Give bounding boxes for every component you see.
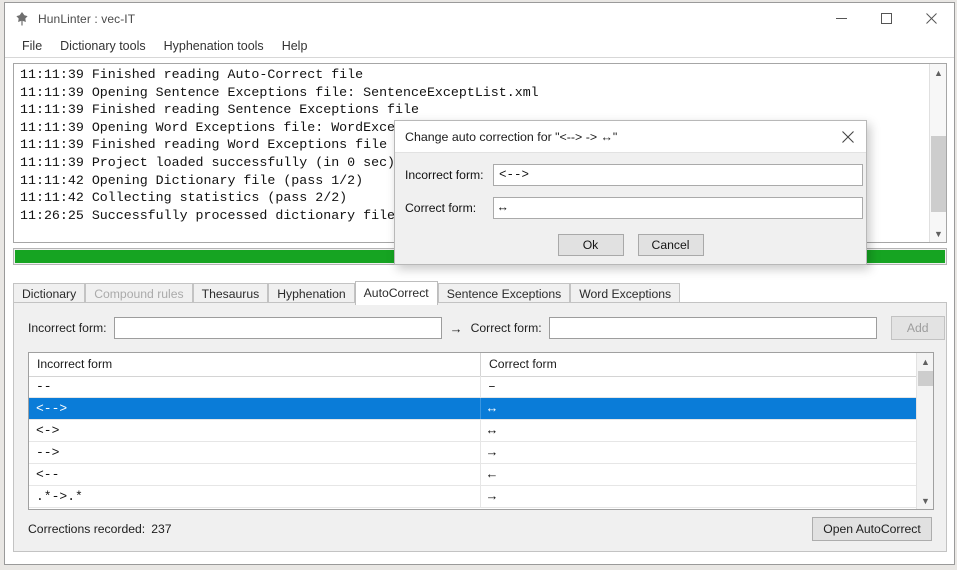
cell-incorrect-form: <-->: [29, 398, 481, 419]
table-scrollbar[interactable]: ▲ ▼: [916, 353, 933, 509]
scroll-down-icon[interactable]: ▼: [930, 225, 946, 242]
table-body: -- – <--> ↔ <-> ↔ --> → <-- ← .*->.* →: [29, 376, 916, 509]
table-row[interactable]: --> →: [29, 442, 916, 464]
corrections-recorded-label: Corrections recorded:: [28, 522, 146, 536]
dialog-correct-row: Correct form:: [395, 197, 866, 219]
corrections-recorded-count: 237: [151, 522, 172, 536]
app-icon: [14, 11, 30, 27]
table-row[interactable]: .*->.* →: [29, 486, 916, 508]
corrections-table[interactable]: Incorrect form Correct form -- – <--> ↔ …: [28, 352, 934, 510]
dialog-cancel-button[interactable]: Cancel: [637, 234, 704, 256]
maximize-button[interactable]: [864, 3, 909, 34]
scroll-down-icon[interactable]: ▼: [917, 492, 933, 509]
tab-thesaurus[interactable]: Thesaurus: [192, 283, 269, 303]
cell-correct-form: ←: [488, 467, 496, 482]
add-button: Add: [890, 316, 945, 340]
autocorrect-panel: Incorrect form: → Correct form: Add Inco…: [13, 302, 947, 552]
dialog-button-row: Ok Cancel: [395, 234, 866, 256]
dialog-ok-button[interactable]: Ok: [557, 234, 624, 256]
arrow-icon: →: [449, 320, 463, 336]
cell-correct-form: →: [488, 445, 496, 460]
tab-hyphenation[interactable]: Hyphenation: [268, 283, 355, 303]
correct-form-input[interactable]: [548, 317, 877, 339]
menu-item-dictionary-tools[interactable]: Dictionary tools: [52, 37, 153, 55]
table-scroll-thumb[interactable]: [918, 371, 933, 386]
dialog-incorrect-label: Incorrect form:: [405, 168, 484, 182]
menu-item-hyphenation-tools[interactable]: Hyphenation tools: [156, 37, 272, 55]
dialog-close-icon[interactable]: [830, 121, 866, 152]
window-controls: [819, 3, 954, 34]
cell-incorrect-form: .*->.*: [29, 486, 481, 507]
dialog-incorrect-row: Incorrect form:: [395, 164, 866, 186]
tab-dictionary[interactable]: Dictionary: [13, 283, 86, 303]
cell-incorrect-form: -->: [29, 442, 481, 463]
close-button[interactable]: [909, 3, 954, 34]
main-window: HunLinter : vec-IT File Dictionary tools…: [4, 2, 955, 565]
table-row[interactable]: <-- ←: [29, 464, 916, 486]
change-auto-correction-dialog: Change auto correction for "<--> -> ↔" I…: [394, 120, 867, 265]
tab-sentence-exceptions[interactable]: Sentence Exceptions: [437, 283, 571, 303]
dialog-title-bar: Change auto correction for "<--> -> ↔": [395, 121, 866, 153]
column-header-incorrect-form[interactable]: Incorrect form: [29, 353, 481, 376]
scroll-up-icon[interactable]: ▲: [917, 353, 933, 370]
screen: HunLinter : vec-IT File Dictionary tools…: [0, 0, 957, 570]
cell-incorrect-form: <->: [29, 420, 481, 441]
correct-form-label: Correct form:: [470, 321, 542, 335]
status-row: Corrections recorded: 237 Open AutoCorre…: [14, 517, 946, 541]
menu-item-help[interactable]: Help: [274, 37, 316, 55]
window-title: HunLinter : vec-IT: [38, 11, 136, 26]
cell-correct-form: ↔: [488, 423, 496, 438]
log-scrollbar[interactable]: ▲ ▼: [929, 64, 946, 242]
autocorrect-form-row: Incorrect form: → Correct form: Add: [14, 315, 946, 341]
scroll-up-icon[interactable]: ▲: [930, 64, 946, 81]
cell-correct-form: →: [488, 489, 496, 504]
incorrect-form-label: Incorrect form:: [28, 321, 107, 335]
menu-item-file[interactable]: File: [14, 37, 50, 55]
table-header: Incorrect form Correct form: [29, 353, 933, 377]
table-row-selected[interactable]: <--> ↔: [29, 398, 916, 420]
cell-correct-form: –: [488, 379, 496, 394]
cell-incorrect-form: --: [29, 376, 481, 397]
tab-compound-rules: Compound rules: [85, 283, 193, 303]
log-scroll-thumb[interactable]: [931, 136, 946, 212]
dialog-correct-label: Correct form:: [405, 201, 477, 215]
dialog-incorrect-input[interactable]: [493, 164, 863, 186]
incorrect-form-input[interactable]: [113, 317, 442, 339]
table-row[interactable]: <-> ↔: [29, 420, 916, 442]
minimize-button[interactable]: [819, 3, 864, 34]
tab-word-exceptions[interactable]: Word Exceptions: [570, 283, 681, 303]
menu-bar: File Dictionary tools Hyphenation tools …: [5, 34, 954, 58]
open-autocorrect-button[interactable]: Open AutoCorrect: [812, 517, 932, 541]
cell-incorrect-form: <--: [29, 464, 481, 485]
tab-autocorrect[interactable]: AutoCorrect: [354, 281, 438, 305]
cell-correct-form: ↔: [488, 401, 496, 416]
title-bar: HunLinter : vec-IT: [5, 3, 954, 34]
dialog-correct-input[interactable]: [493, 197, 863, 219]
table-row[interactable]: -- –: [29, 376, 916, 398]
dialog-title: Change auto correction for "<--> -> ↔": [405, 129, 618, 144]
column-header-correct-form[interactable]: Correct form: [481, 353, 933, 376]
tab-bar: Dictionary Compound rules Thesaurus Hyph…: [13, 281, 947, 305]
